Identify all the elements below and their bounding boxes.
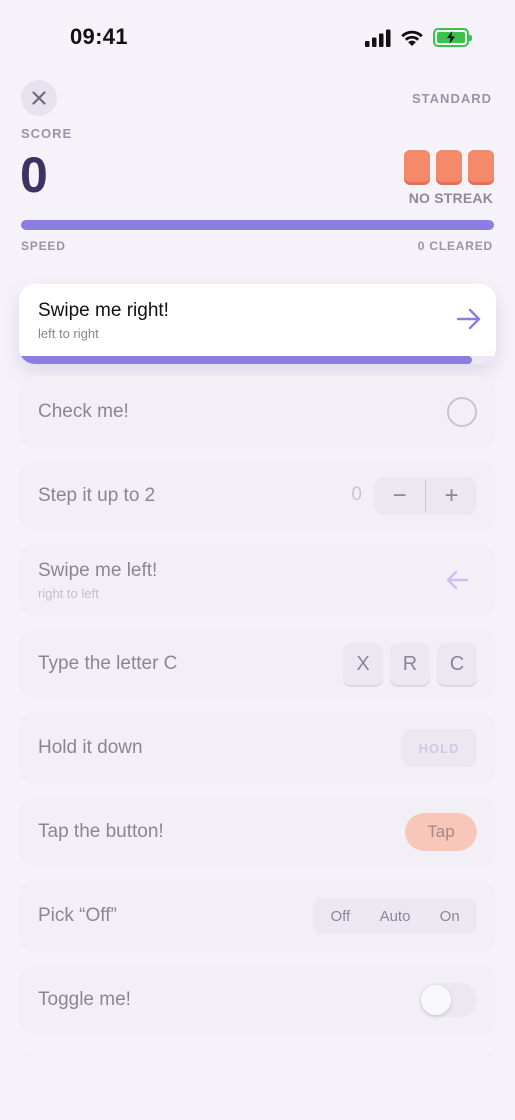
task-card-swipe-left[interactable]: Swipe me left! right to left: [19, 544, 496, 616]
key-r[interactable]: R: [390, 643, 430, 685]
status-icons: [365, 28, 472, 47]
task-card-tap: Tap the button! Tap: [19, 796, 496, 868]
speed-bar-fill: [21, 220, 494, 230]
battery-icon: [433, 28, 472, 47]
task-title: Hold it down: [38, 737, 143, 758]
status-bar: 09:41: [0, 0, 515, 76]
cleared-label: 0 CLEARED: [417, 239, 493, 253]
key-x[interactable]: X: [343, 643, 383, 685]
close-button[interactable]: [21, 80, 57, 116]
task-title: Step it up to 2: [38, 485, 156, 506]
task-title: Swipe me left!: [38, 560, 158, 581]
bottom-fade: [0, 1040, 515, 1120]
task-card-check: Check me!: [19, 376, 496, 448]
segment-on[interactable]: On: [422, 908, 477, 925]
task-card-stepper: Step it up to 2 0 − +: [19, 460, 496, 532]
task-title: Check me!: [38, 401, 129, 422]
task-card-hold: Hold it down HOLD: [19, 712, 496, 784]
signal-icon: [365, 29, 391, 47]
task-title: Pick “Off”: [38, 905, 117, 926]
segmented-control: Off Auto On: [313, 898, 477, 934]
streak-block: [468, 150, 494, 182]
speed-bar: [21, 220, 494, 230]
task-card-pick: Pick “Off” Off Auto On: [19, 880, 496, 952]
wifi-icon: [401, 30, 423, 46]
key-c[interactable]: C: [437, 643, 477, 685]
charging-bolt-icon: [447, 31, 455, 44]
arrow-right-icon: [456, 308, 481, 330]
speed-label: SPEED: [21, 239, 66, 253]
task-subtitle: left to right: [38, 326, 99, 341]
task-title: Swipe me right!: [38, 300, 169, 321]
task-card-type-letter: Type the letter C X R C: [19, 628, 496, 700]
letter-keys: X R C: [343, 643, 477, 685]
segment-auto[interactable]: Auto: [368, 908, 423, 925]
task-title: Toggle me!: [38, 989, 131, 1010]
arrow-left-icon: [446, 570, 469, 590]
swipe-progress-fill: [19, 356, 473, 364]
streak-blocks: [404, 150, 494, 182]
task-title: Tap the button!: [38, 821, 164, 842]
task-card-toggle: Toggle me!: [19, 964, 496, 1036]
close-icon: [32, 91, 46, 105]
toggle-knob: [421, 985, 451, 1015]
hold-button[interactable]: HOLD: [401, 729, 477, 767]
score-label: SCORE: [21, 126, 73, 141]
streak-label: NO STREAK: [408, 190, 493, 206]
swipe-progress-track: [19, 356, 496, 364]
task-title: Type the letter C: [38, 653, 178, 674]
task-subtitle: right to left: [38, 586, 99, 601]
tap-button[interactable]: Tap: [405, 813, 477, 851]
circle-check-icon[interactable]: [447, 397, 477, 427]
task-card-swipe-right[interactable]: Swipe me right! left to right: [19, 284, 496, 364]
increment-button[interactable]: +: [426, 477, 477, 515]
decrement-button[interactable]: −: [374, 477, 425, 515]
mode-label: STANDARD: [412, 91, 492, 106]
score-value: 0: [20, 147, 48, 203]
toggle-switch[interactable]: [419, 983, 477, 1017]
quantity-stepper: − +: [374, 477, 477, 515]
status-time: 09:41: [70, 24, 128, 49]
segment-off[interactable]: Off: [313, 908, 368, 925]
streak-block: [404, 150, 430, 182]
streak-block: [436, 150, 462, 182]
stepper-value: 0: [351, 484, 362, 505]
